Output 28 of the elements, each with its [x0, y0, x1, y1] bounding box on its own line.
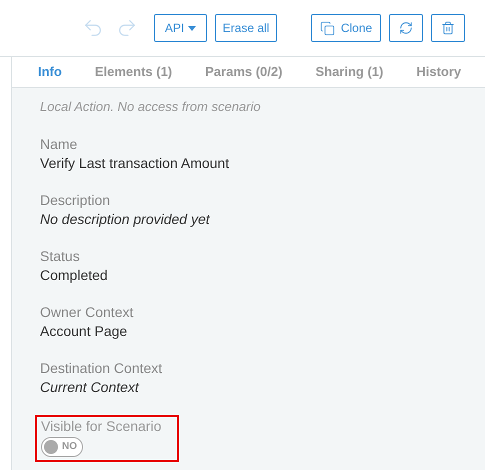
refresh-icon	[399, 21, 413, 35]
api-button[interactable]: API	[154, 14, 207, 42]
field-value: Current Context	[40, 378, 140, 396]
tab[interactable]: Sharing (1)	[315, 62, 384, 82]
trash-icon	[441, 21, 455, 35]
caret-icon	[188, 26, 196, 30]
field-value: Account Page	[40, 322, 128, 340]
tab[interactable]: Params (0/2)	[205, 62, 282, 82]
delete-button[interactable]	[431, 14, 465, 42]
field-label: Name	[40, 134, 78, 154]
tab[interactable]: Info	[38, 62, 62, 82]
scope-note: Local Action. No access from scenario	[40, 98, 262, 116]
clone-icon	[320, 20, 335, 36]
clone-button[interactable]: Clone	[311, 14, 381, 42]
toggle-knob	[44, 440, 58, 454]
field-label: Description	[40, 190, 112, 210]
field-value: No description provided yet	[40, 210, 211, 228]
field-label: Status	[40, 246, 81, 266]
erase-all-button[interactable]: Erase all	[215, 14, 277, 42]
field-value: Completed	[40, 266, 109, 284]
tab[interactable]: Elements (1)	[94, 62, 172, 82]
toggle-switch[interactable]: NO	[41, 436, 83, 456]
tab[interactable]: History	[416, 62, 462, 82]
field-label: Visible for Scenario	[41, 416, 162, 436]
field-label: Owner Context	[40, 302, 134, 322]
field-value: Verify Last transaction Amount	[40, 154, 230, 172]
refresh-button[interactable]	[389, 14, 423, 42]
field-label: Destination Context	[40, 358, 164, 378]
